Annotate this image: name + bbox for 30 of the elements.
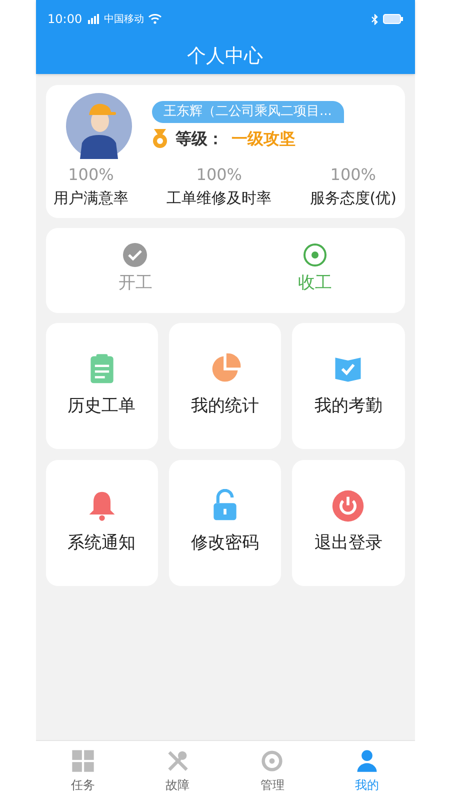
menu-tile[interactable]: 退出登录 [292, 460, 404, 586]
stat-value: 100% [196, 164, 242, 186]
medal-icon [152, 128, 168, 149]
tab-item[interactable]: 任务 [36, 741, 130, 800]
menu-tile[interactable]: 历史工单 [46, 322, 158, 448]
stat-label: 用户满意率 [54, 188, 128, 209]
stat-value: 100% [68, 164, 114, 186]
signal-icon [86, 14, 100, 24]
menu-tile[interactable]: 系统通知 [46, 460, 158, 586]
avatar [66, 93, 132, 159]
user-name-badge: 王东辉（二公司乘风二项目... [152, 101, 344, 123]
level-label: 等级： [176, 128, 224, 150]
page-title: 个人中心 [187, 44, 263, 69]
carrier-name: 中国移动 [104, 12, 144, 26]
check-circle-icon [123, 243, 148, 268]
menu-tile[interactable]: 我的考勤 [292, 322, 404, 448]
tab-item[interactable]: 管理 [225, 741, 320, 800]
level-value: 一级攻坚 [232, 128, 296, 150]
menu-tile[interactable]: 我的统计 [168, 322, 282, 448]
stat-label: 工单维修及时率 [166, 188, 272, 209]
radio-circle-icon [302, 243, 327, 268]
wifi-icon [148, 14, 162, 24]
stat-label: 服务态度(优) [310, 188, 396, 209]
tab-item[interactable]: 故障 [130, 741, 225, 800]
bluetooth-icon [370, 14, 378, 24]
battery-icon [382, 14, 402, 24]
menu-tile[interactable]: 修改密码 [168, 460, 282, 586]
grid-icon [70, 748, 96, 774]
stat-value: 100% [330, 164, 376, 186]
status-time: 10:00 [48, 11, 82, 28]
